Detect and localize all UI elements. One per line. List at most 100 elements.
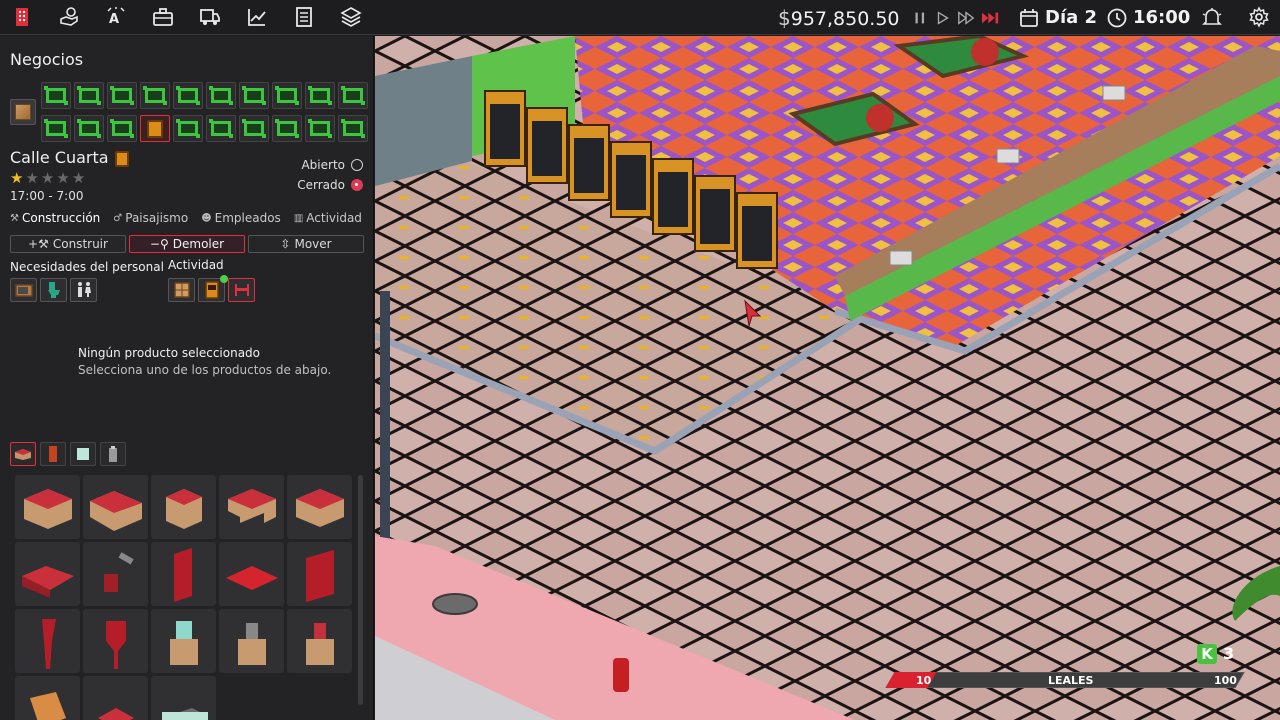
business-slot[interactable] xyxy=(74,115,104,142)
lamp-item[interactable] xyxy=(15,609,80,673)
business-slot[interactable] xyxy=(173,115,203,142)
slot-machine-icon xyxy=(115,151,129,167)
empty-lot-icon xyxy=(308,86,332,105)
settings-gear-icon[interactable] xyxy=(1244,2,1274,32)
lamp-post-item[interactable] xyxy=(83,609,148,673)
rug-small-item[interactable] xyxy=(83,676,148,720)
demolish-button[interactable]: −⚲ Demoler xyxy=(129,235,245,253)
empty-lot-icon xyxy=(308,119,332,138)
product-scrollbar[interactable] xyxy=(358,475,363,705)
chair-item[interactable] xyxy=(83,542,148,606)
building-icon[interactable] xyxy=(7,2,37,32)
wall-doorway-item[interactable] xyxy=(219,475,284,539)
star-icon: ★ xyxy=(56,169,70,187)
world-scene[interactable] xyxy=(375,36,1280,720)
register-stand-item[interactable] xyxy=(219,609,284,673)
display-stand-item[interactable] xyxy=(151,609,216,673)
active-indicator xyxy=(220,275,228,283)
wall-narrow-item[interactable] xyxy=(151,475,216,539)
business-slot[interactable] xyxy=(239,115,269,142)
tab-paisajismo[interactable]: ♂ Paisajismo xyxy=(113,210,188,226)
calendar-icon xyxy=(1014,3,1044,33)
star-icon: ★ xyxy=(71,169,86,187)
business-slot[interactable] xyxy=(305,115,335,142)
business-panel: Negocios Calle Cuarta ★ ★ ★ ★ ★ 17:00 - 7:00… xyxy=(0,36,374,720)
tab-label: Actividad xyxy=(306,211,362,225)
opening-hours: 17:00 - 7:00 xyxy=(10,189,84,203)
counter-item[interactable] xyxy=(151,676,216,720)
wall-straight-item[interactable] xyxy=(15,475,80,539)
business-slot[interactable] xyxy=(41,82,71,109)
business-slot[interactable] xyxy=(140,82,170,109)
move-button[interactable]: ⇳ Mover xyxy=(248,235,364,253)
slot-machine-icon[interactable] xyxy=(198,275,228,302)
business-slot[interactable] xyxy=(107,82,137,109)
warehouse-button[interactable] xyxy=(10,99,36,125)
tv-icon[interactable] xyxy=(10,278,37,302)
closed-option[interactable]: Cerrado xyxy=(297,178,363,192)
empty-lot-icon xyxy=(143,86,167,105)
business-slot[interactable] xyxy=(206,115,236,142)
tab-empleados[interactable]: ☻ Empleados xyxy=(201,210,281,226)
fast-forward-button[interactable] xyxy=(956,8,976,28)
empty-lot-icon xyxy=(209,86,233,105)
sofa-item[interactable] xyxy=(15,542,80,606)
play-button[interactable] xyxy=(933,8,953,28)
cabinet-icon[interactable] xyxy=(168,278,195,302)
empty-selection-title: Ningún producto seleccionado xyxy=(78,346,261,360)
curtain-item[interactable] xyxy=(151,542,216,606)
money-value: 957,850.50 xyxy=(790,8,900,30)
category-doors[interactable] xyxy=(40,442,66,466)
rating-stars: ★ ★ ★ ★ ★ xyxy=(10,170,85,186)
business-slot[interactable] xyxy=(206,82,236,109)
category-floors[interactable] xyxy=(70,442,96,466)
briefcase-icon[interactable] xyxy=(148,2,178,32)
ledger-icon[interactable] xyxy=(289,2,319,32)
curtain-wide-item[interactable] xyxy=(287,542,352,606)
truck-icon[interactable] xyxy=(195,2,225,32)
tab-label: Empleados xyxy=(214,211,281,225)
wall-block-item[interactable] xyxy=(287,475,352,539)
ads-icon[interactable]: A xyxy=(101,2,131,32)
open-radio[interactable] xyxy=(351,159,363,171)
business-slot[interactable] xyxy=(74,82,104,109)
business-slot[interactable] xyxy=(173,82,203,109)
tab-construccion[interactable]: ⚒ Construcción xyxy=(10,210,100,226)
category-walls[interactable] xyxy=(10,442,36,466)
business-slot[interactable] xyxy=(239,82,269,109)
category-fixtures[interactable] xyxy=(100,442,126,466)
empty-lot-icon xyxy=(44,86,68,105)
loyalty-label: LEALES xyxy=(1048,674,1094,687)
business-slot[interactable] xyxy=(41,115,71,142)
closed-label: Cerrado xyxy=(297,178,345,192)
restroom-icon[interactable] xyxy=(70,278,97,302)
open-option[interactable]: Abierto xyxy=(301,158,363,172)
business-slot[interactable] xyxy=(338,82,368,109)
business-slot[interactable] xyxy=(272,115,302,142)
barrier-icon[interactable] xyxy=(228,278,255,302)
business-slot[interactable] xyxy=(272,82,302,109)
cabinet-item[interactable] xyxy=(15,676,80,720)
fastest-button[interactable] xyxy=(980,8,1002,28)
wall-corner-item[interactable] xyxy=(83,475,148,539)
pause-button[interactable] xyxy=(910,8,930,28)
business-slot-selected[interactable] xyxy=(140,115,170,142)
empty-lot-icon xyxy=(176,86,200,105)
business-slot[interactable] xyxy=(107,115,137,142)
layers-icon[interactable] xyxy=(336,2,366,32)
closed-radio[interactable] xyxy=(351,179,363,191)
business-slot[interactable] xyxy=(305,82,335,109)
toilet-icon[interactable] xyxy=(40,278,67,302)
build-button[interactable]: +⚒ Construir xyxy=(10,235,126,253)
game-viewport[interactable] xyxy=(375,36,1280,720)
business-slot[interactable] xyxy=(338,115,368,142)
money-display: $957,850.50 xyxy=(778,4,900,32)
hand-money-icon[interactable] xyxy=(54,2,84,32)
dollar-sign: $ xyxy=(778,6,791,30)
notifications-icon[interactable] xyxy=(1197,2,1227,32)
sign-stand-item[interactable] xyxy=(287,609,352,673)
empty-lot-icon xyxy=(341,86,365,105)
rug-item[interactable] xyxy=(219,542,284,606)
chart-icon[interactable] xyxy=(242,2,272,32)
tab-actividad[interactable]: ▥ Actividad xyxy=(294,210,362,226)
